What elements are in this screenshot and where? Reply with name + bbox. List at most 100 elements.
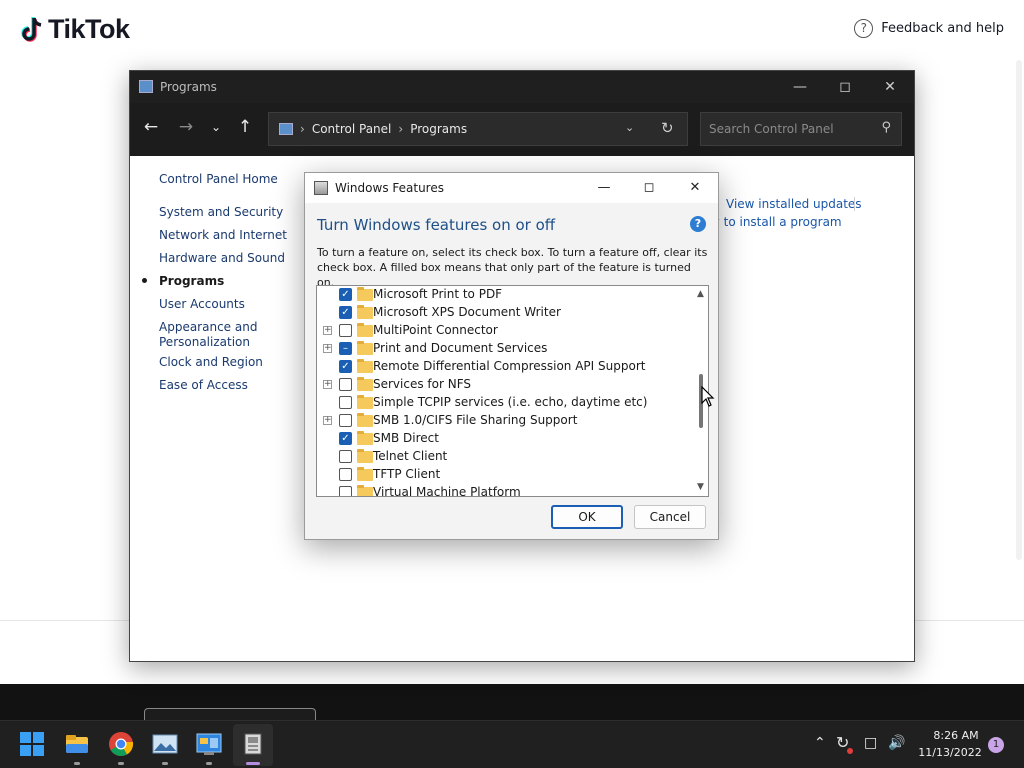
expand-plus-icon[interactable]: +: [323, 326, 332, 335]
folder-icon: [357, 323, 373, 337]
feature-row[interactable]: Simple TCPIP services (i.e. echo, daytim…: [317, 394, 692, 412]
view-installed-updates-link[interactable]: View installed updates: [726, 197, 862, 211]
clock-time[interactable]: 8:26 AM: [928, 729, 984, 742]
volume-icon[interactable]: 🔊: [888, 735, 905, 751]
search-input[interactable]: [701, 113, 871, 145]
feature-row[interactable]: + MultiPoint Connector: [317, 322, 692, 340]
address-bar[interactable]: › Control Panel › Programs ⌄ ↻: [268, 112, 688, 146]
help-icon[interactable]: ?: [690, 216, 706, 232]
close-button[interactable]: ✕: [880, 77, 900, 97]
sidebar-item-ease-of-access[interactable]: Ease of Access: [159, 378, 248, 393]
refresh-icon[interactable]: ↻: [661, 119, 674, 137]
feature-label: Simple TCPIP services (i.e. echo, daytim…: [373, 395, 648, 409]
dialog-minimize-button[interactable]: —: [594, 178, 614, 198]
ok-button[interactable]: OK: [551, 505, 623, 529]
dialog-titlebar[interactable]: Windows Features — ◻ ✕: [305, 173, 718, 203]
feature-checkbox[interactable]: [339, 450, 352, 463]
help-icon: ?: [854, 19, 874, 38]
active-bullet: [142, 278, 147, 283]
scroll-down-arrow-icon[interactable]: ▼: [697, 482, 704, 492]
folder-icon: [357, 287, 373, 301]
control-panel-icon[interactable]: [196, 731, 222, 757]
minimize-button[interactable]: —: [790, 77, 810, 97]
feature-row[interactable]: + Services for NFS: [317, 376, 692, 394]
taskbar: ⌃ ↻ □ 🔊 8:26 AM 11/13/2022 1: [0, 720, 1024, 768]
dialog-close-button[interactable]: ✕: [685, 178, 705, 198]
mouse-cursor-icon: [701, 386, 715, 407]
sidebar-item-clock-and-region[interactable]: Clock and Region: [159, 355, 263, 370]
feature-checkbox[interactable]: [339, 414, 352, 427]
feature-row[interactable]: ✓ Microsoft XPS Document Writer: [317, 304, 692, 322]
sidebar-item-hardware-and-sound[interactable]: Hardware and Sound: [159, 251, 285, 266]
install-program-link[interactable]: w to install a program: [710, 215, 842, 229]
feature-row[interactable]: + SMB 1.0/CIFS File Sharing Support: [317, 412, 692, 430]
file-explorer-icon[interactable]: [64, 731, 90, 757]
cancel-button[interactable]: Cancel: [634, 505, 706, 529]
show-hidden-icons-chevron-icon[interactable]: ⌃: [814, 735, 826, 751]
folder-icon: [357, 395, 373, 409]
feature-checkbox[interactable]: [339, 468, 352, 481]
notification-badge[interactable]: 1: [988, 737, 1004, 753]
feature-row[interactable]: ✓ SMB Direct: [317, 430, 692, 448]
network-icon[interactable]: □: [864, 735, 877, 751]
sidebar-item-control-panel-home[interactable]: Control Panel Home: [159, 172, 278, 187]
breadcrumb-programs[interactable]: Programs: [410, 122, 467, 136]
folder-icon: [357, 341, 373, 355]
feature-checkbox[interactable]: [339, 396, 352, 409]
dialog-description: To turn a feature on, select its check b…: [317, 246, 708, 289]
start-icon[interactable]: [20, 732, 44, 756]
clock-date[interactable]: 11/13/2022: [918, 746, 982, 759]
tiktok-wordmark: TikTok: [48, 14, 130, 44]
sidebar-item-appearance-and-personalization[interactable]: Appearance and Personalization: [159, 320, 269, 350]
running-indicator: [206, 762, 212, 765]
feature-checkbox[interactable]: ✓: [339, 432, 352, 445]
chevron-down-icon[interactable]: ⌄: [625, 121, 634, 134]
control-panel-titlebar[interactable]: Programs — ◻ ✕: [130, 71, 914, 103]
breadcrumb-separator: ›: [300, 122, 305, 136]
tiktok-logo[interactable]: TikTok: [20, 14, 130, 45]
photos-icon[interactable]: [152, 731, 178, 757]
feature-row[interactable]: ✓ Microsoft Print to PDF: [317, 286, 692, 304]
up-arrow-icon[interactable]: ↑: [234, 117, 256, 137]
feature-checkbox[interactable]: –: [339, 342, 352, 355]
dialog-title: Windows Features: [335, 181, 444, 195]
feature-row[interactable]: TFTP Client: [317, 466, 692, 484]
feature-checkbox[interactable]: ✓: [339, 360, 352, 373]
feature-label: MultiPoint Connector: [373, 323, 498, 337]
feature-checkbox[interactable]: [339, 378, 352, 391]
search-icon[interactable]: ⚲: [881, 120, 891, 135]
feature-row[interactable]: + – Print and Document Services: [317, 340, 692, 358]
feature-tree-list[interactable]: ✓ Microsoft Print to PDF ✓ Microsoft XPS Do…: [316, 285, 709, 497]
feedback-label: Feedback and help: [881, 21, 1004, 36]
feature-checkbox[interactable]: ✓: [339, 288, 352, 301]
feature-checkbox[interactable]: [339, 324, 352, 337]
feature-checkbox[interactable]: ✓: [339, 306, 352, 319]
back-arrow-icon[interactable]: ←: [140, 117, 162, 137]
breadcrumb-control-panel[interactable]: Control Panel: [312, 122, 392, 136]
windows-features-icon[interactable]: [240, 731, 266, 757]
navigation-bar: ← → ⌄ ↑ › Control Panel › Programs ⌄ ↻ ⚲: [130, 103, 914, 156]
active-indicator: [246, 762, 260, 765]
feature-label: Services for NFS: [373, 377, 472, 391]
expand-plus-icon[interactable]: +: [323, 344, 332, 353]
sidebar-item-system-and-security[interactable]: System and Security: [159, 205, 283, 220]
sidebar-item-programs[interactable]: Programs: [159, 274, 224, 289]
feature-label: SMB 1.0/CIFS File Sharing Support: [373, 413, 578, 427]
sidebar-item-user-accounts[interactable]: User Accounts: [159, 297, 245, 312]
chrome-icon[interactable]: [108, 731, 134, 757]
scroll-up-arrow-icon[interactable]: ▲: [697, 289, 704, 299]
recent-locations-chevron-icon[interactable]: ⌄: [205, 120, 227, 134]
expand-plus-icon[interactable]: +: [323, 416, 332, 425]
maximize-button[interactable]: ◻: [835, 77, 855, 97]
feature-checkbox[interactable]: [339, 486, 352, 496]
feature-row[interactable]: ✓ Remote Differential Compression API Sup…: [317, 358, 692, 376]
dialog-maximize-button[interactable]: ◻: [639, 178, 659, 198]
page-scrollbar[interactable]: [1016, 60, 1022, 560]
forward-arrow-icon[interactable]: →: [175, 117, 197, 137]
expand-plus-icon[interactable]: +: [323, 380, 332, 389]
tiktok-note-icon: [21, 16, 42, 42]
feature-row[interactable]: Telnet Client: [317, 448, 692, 466]
sidebar-item-network-and-internet[interactable]: Network and Internet: [159, 228, 287, 243]
feedback-and-help-link[interactable]: ? Feedback and help: [854, 19, 1004, 38]
feature-row[interactable]: Virtual Machine Platform: [317, 484, 692, 496]
